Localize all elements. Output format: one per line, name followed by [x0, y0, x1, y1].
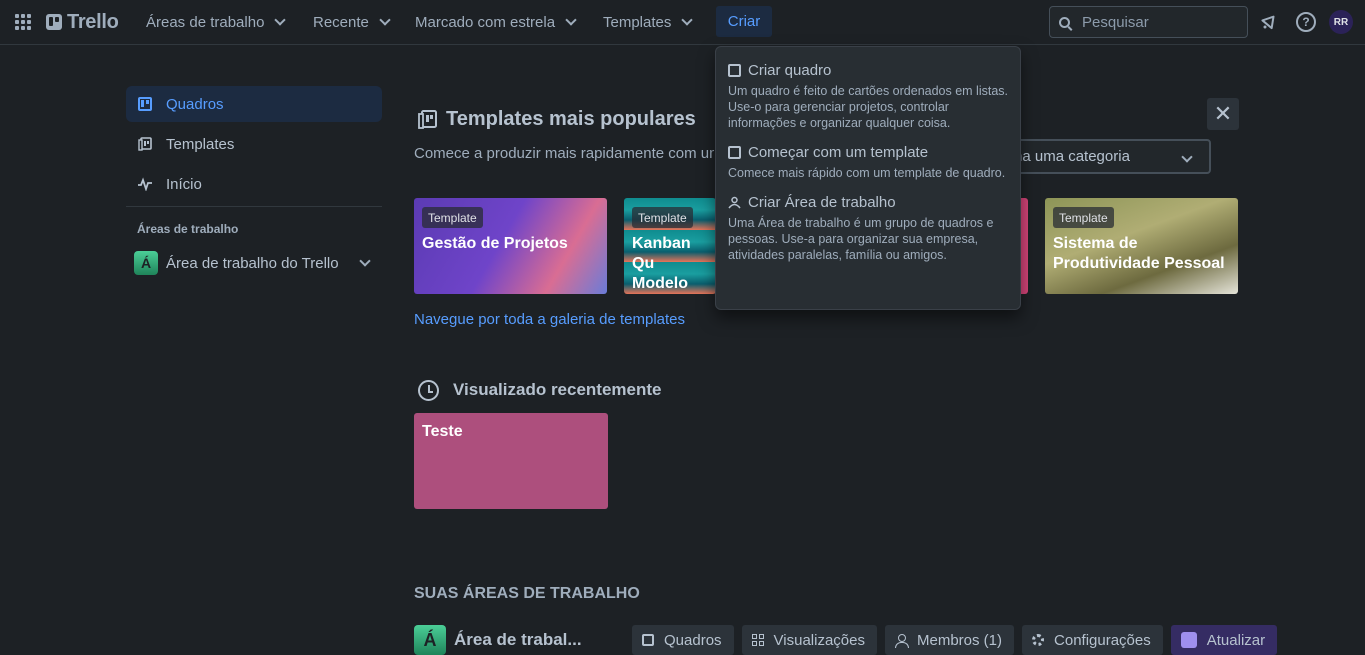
- option-description: Um quadro é feito de cartões ordenados e…: [728, 84, 1009, 130]
- template-title: Kanban Qu Modelo: [632, 235, 691, 292]
- grid-icon: [751, 634, 764, 646]
- chevron-down-icon[interactable]: [358, 255, 371, 267]
- template-gallery-link[interactable]: Navegue por toda a galeria de templates: [414, 311, 685, 328]
- board-icon: [138, 97, 152, 111]
- button-label: Configurações: [1054, 631, 1151, 649]
- option-description: Comece mais rápido com um template de qu…: [728, 166, 1006, 180]
- people-icon: [728, 196, 741, 208]
- chevron-down-icon: [1181, 151, 1193, 163]
- chevron-down-icon: [681, 14, 694, 26]
- workspace-name: Área de trabal...: [454, 630, 582, 649]
- app-switcher-icon[interactable]: [13, 12, 33, 32]
- option-title: Criar Área de trabalho: [748, 193, 896, 211]
- nav-label: Recente: [313, 13, 369, 31]
- chevron-down-icon: [274, 14, 287, 26]
- workspaces-heading: Áreas de trabalho: [137, 222, 239, 236]
- avatar[interactable]: RR: [1329, 10, 1353, 34]
- button-label: Membros (1): [917, 631, 1003, 649]
- sidebar-item-templates[interactable]: Templates: [126, 126, 382, 162]
- workspace-badge: Á: [134, 251, 158, 275]
- sidebar-item-label: Quadros: [166, 95, 224, 113]
- sidebar: Quadros Templates Início Áreas de trabal…: [126, 86, 382, 281]
- button-label: Atualizar: [1206, 631, 1266, 649]
- templates-subtitle: Comece a produzir mais rapidamente com u…: [414, 145, 714, 162]
- search-icon: [1059, 16, 1070, 28]
- create-button[interactable]: Criar: [716, 6, 772, 37]
- template-badge: Template: [1053, 207, 1114, 228]
- chevron-down-icon: [379, 14, 391, 26]
- nav-label: Marcado com estrela: [415, 13, 556, 31]
- template-badge: Template: [422, 207, 483, 228]
- upgrade-icon: [1180, 632, 1197, 648]
- logo-text: Trello: [67, 10, 119, 33]
- search-input[interactable]: Pesquisar: [1049, 6, 1248, 38]
- start-with-template-option[interactable]: Começar com um template Comece mais rápi…: [728, 141, 1008, 181]
- option-title: Criar quadro: [748, 61, 832, 79]
- top-navigation-bar: Trello Áreas de trabalho Recente Marcado…: [0, 0, 1365, 45]
- workspace-name: Área de trabalho do Trello: [166, 254, 339, 272]
- trello-logo[interactable]: Trello: [46, 10, 119, 34]
- nav-recent-menu[interactable]: Recente: [309, 6, 393, 38]
- nav-label: Áreas de trabalho: [146, 13, 265, 31]
- template-card[interactable]: Template Sistema de Produtividade Pessoa…: [1045, 198, 1238, 294]
- recent-section-title: Visualizado recentemente: [418, 379, 662, 401]
- sidebar-divider: [126, 206, 382, 207]
- create-menu-popover: Criar quadro Um quadro é feito de cartõe…: [715, 46, 1021, 310]
- search-placeholder: Pesquisar: [1082, 13, 1149, 31]
- create-board-option[interactable]: Criar quadro Um quadro é feito de cartõe…: [728, 59, 1008, 131]
- notification-bell-icon[interactable]: [1259, 12, 1279, 32]
- board-icon: [642, 634, 654, 646]
- workspaces-section-title: SUAS ÁREAS DE TRABALHO: [414, 585, 640, 602]
- create-workspace-option[interactable]: Criar Área de trabalho Uma Área de traba…: [728, 191, 1008, 263]
- activity-icon: [138, 177, 152, 191]
- category-select-value: na uma categoria: [1014, 148, 1130, 165]
- nav-workspaces-menu[interactable]: Áreas de trabalho: [142, 6, 288, 38]
- gear-icon: [1032, 634, 1045, 646]
- templates-section-title: Templates mais populares: [418, 106, 696, 132]
- recent-title-text: Visualizado recentemente: [453, 380, 662, 399]
- user-icon: [895, 633, 909, 648]
- option-title: Começar com um template: [748, 143, 929, 161]
- template-badge: Template: [632, 207, 693, 228]
- chevron-down-icon: [565, 14, 577, 26]
- option-header: Criar Área de trabalho: [728, 191, 1008, 213]
- template-card[interactable]: [1020, 198, 1028, 294]
- template-icon: [728, 145, 741, 159]
- nav-templates-menu[interactable]: Templates: [599, 6, 695, 38]
- board-tile[interactable]: Teste: [414, 413, 608, 509]
- sidebar-item-boards[interactable]: Quadros: [126, 86, 382, 122]
- template-title: Gestão de Projetos: [422, 235, 568, 252]
- template-title: Sistema de Produtividade Pessoal: [1053, 235, 1225, 272]
- category-select[interactable]: na uma categoria: [1000, 139, 1211, 174]
- sidebar-workspace-item[interactable]: Á Área de trabalho do Trello: [126, 245, 382, 281]
- sidebar-item-home[interactable]: Início: [126, 166, 382, 202]
- help-icon[interactable]: ?: [1296, 12, 1316, 32]
- trello-logo-icon: [46, 14, 62, 30]
- nav-starred-menu[interactable]: Marcado com estrela: [411, 6, 579, 38]
- sidebar-item-label: Templates: [166, 135, 235, 153]
- close-icon: ✕: [1213, 101, 1233, 126]
- option-description: Uma Área de trabalho é um grupo de quadr…: [728, 216, 994, 262]
- nav-label: Templates: [603, 13, 672, 31]
- template-card[interactable]: Template Kanban Qu Modelo: [624, 198, 716, 294]
- board-icon: [728, 63, 741, 77]
- template-card[interactable]: Template Gestão de Projetos: [414, 198, 607, 294]
- template-icon: [138, 137, 152, 151]
- option-header: Criar quadro: [728, 59, 1008, 81]
- section-title-text: Templates mais populares: [446, 107, 696, 130]
- option-header: Começar com um template: [728, 141, 1008, 163]
- button-label: Visualizações: [773, 631, 865, 649]
- sidebar-item-label: Início: [166, 175, 202, 193]
- button-label: Quadros: [664, 631, 722, 649]
- template-icon: [418, 110, 437, 129]
- close-templates-button[interactable]: ✕: [1207, 98, 1239, 130]
- clock-icon: [418, 379, 439, 401]
